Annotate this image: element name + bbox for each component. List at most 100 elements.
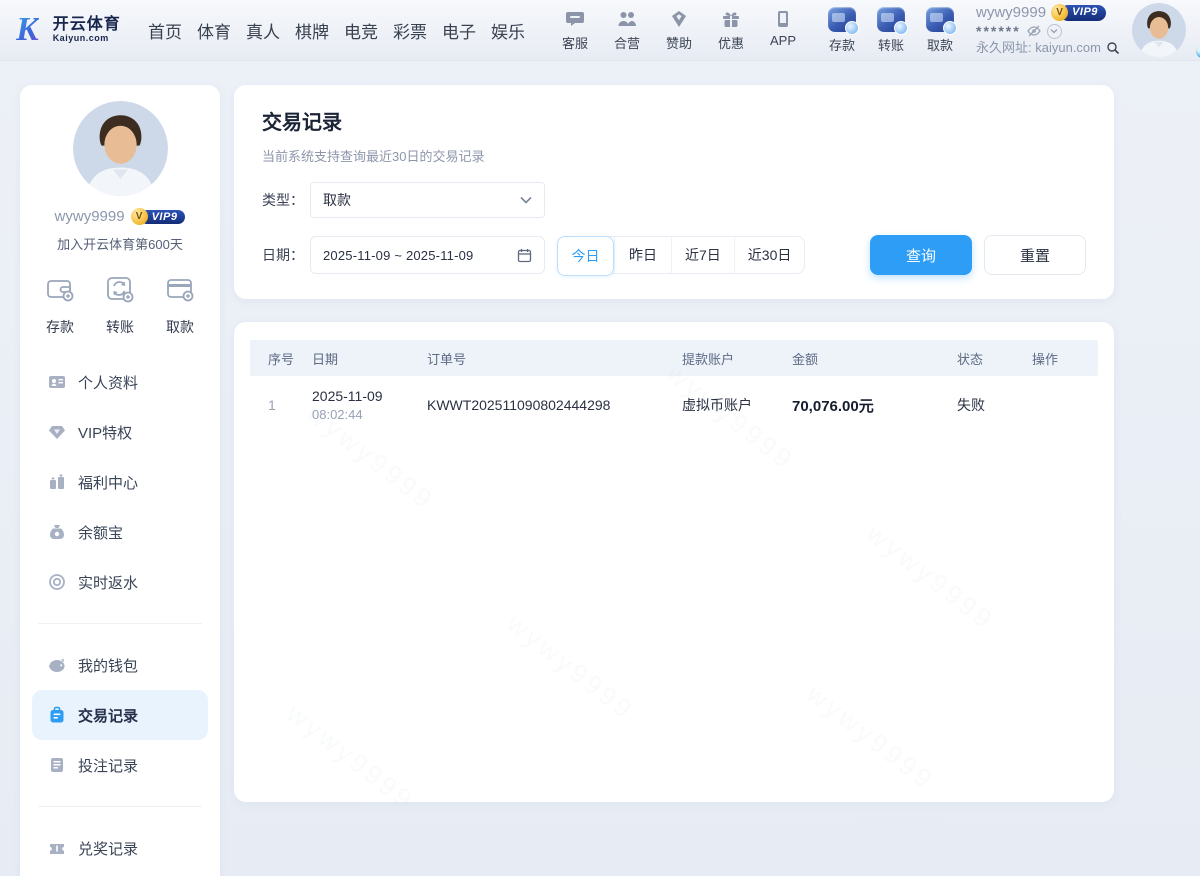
sidebar-label-bet-records: 投注记录 [78, 755, 138, 776]
sidebar-item-my-wallet[interactable]: 我的钱包 [32, 640, 208, 690]
nav-esports[interactable]: 电竞 [344, 18, 378, 43]
quick-date-30days[interactable]: 近30日 [734, 237, 805, 273]
sidebar-item-vip[interactable]: VIP特权 [32, 407, 208, 457]
menu-group-wallet: 我的钱包 交易记录 投注记录 [20, 640, 220, 790]
profile-avatar[interactable] [73, 101, 168, 196]
type-filter-row: 类型： 取款 [262, 182, 1086, 218]
sidebar-label-profile: 个人资料 [78, 372, 138, 393]
joined-days-text: 加入开云体育第600天 [20, 234, 220, 253]
withdraw-button[interactable]: 取款 [920, 7, 960, 54]
chevron-down-icon [520, 191, 532, 209]
page-subtitle: 当前系统支持查询最近30日的交易记录 [262, 146, 1086, 165]
prize-icon [48, 839, 66, 857]
quick-date-7days[interactable]: 近7日 [671, 237, 734, 273]
watermark-text: wywy9999 [801, 678, 941, 797]
search-button[interactable]: 查询 [870, 235, 972, 275]
username: wywy9999 [976, 4, 1046, 23]
filter-actions: 查询 重置 [870, 235, 1086, 275]
calendar-icon [517, 248, 532, 263]
sponsor-button[interactable]: 赞助 [658, 8, 700, 52]
nav-poker[interactable]: 棋牌 [295, 18, 329, 43]
quick-transfer-button[interactable]: 转账 [104, 273, 136, 337]
partners-icon [616, 8, 638, 30]
eye-off-icon[interactable] [1026, 23, 1042, 39]
col-header-amount: 金额 [792, 349, 957, 368]
sidebar-label-transactions: 交易记录 [78, 705, 138, 726]
sidebar-label-rebate: 实时返水 [78, 572, 138, 593]
sidebar-quick-actions: 存款 转账 取款 [20, 273, 220, 337]
sidebar-item-welfare[interactable]: 福利中心 [32, 457, 208, 507]
reset-button[interactable]: 重置 [984, 235, 1086, 275]
date-range-input[interactable]: 2025-11-09 ~ 2025-11-09 [310, 236, 545, 274]
col-header-order-no: 订单号 [427, 349, 682, 368]
sidebar-item-transactions[interactable]: 交易记录 [32, 690, 208, 740]
transfer-card-icon [877, 7, 905, 32]
phone-icon [772, 8, 794, 30]
sidebar-divider [38, 623, 202, 624]
nav-entertainment[interactable]: 娱乐 [491, 18, 525, 43]
date-range-value: 2025-11-09 ~ 2025-11-09 [323, 248, 473, 263]
quick-date-today[interactable]: 今日 [557, 236, 614, 276]
promotions-button[interactable]: 优惠 [710, 8, 752, 52]
sidebar-item-yuebao[interactable]: 余额宝 [32, 507, 208, 557]
sidebar: wywy9999 V VIP9 加入开云体育第600天 存款 转账 [20, 85, 220, 876]
partners-label: 合营 [614, 33, 640, 52]
type-selected-value: 取款 [323, 190, 351, 210]
menu-group-profile: 个人资料 VIP特权 福利中心 余额宝 实时返水 [20, 357, 220, 607]
magnifier-icon[interactable] [1106, 41, 1120, 55]
sidebar-username: wywy9999 [55, 208, 125, 225]
cell-index: 1 [268, 397, 312, 413]
quick-withdraw-button[interactable]: 取款 [164, 273, 196, 337]
nav-sports[interactable]: 体育 [197, 18, 231, 43]
rebate-icon [48, 573, 66, 591]
sponsor-icon [668, 8, 690, 30]
quick-date-group: 今日 昨日 近7日 近30日 [557, 236, 805, 274]
brand-logo[interactable]: K 开云体育 Kaiyun.com [16, 13, 134, 47]
gem-icon [48, 423, 66, 441]
watermark-text: wywy9999 [281, 698, 421, 802]
welfare-icon [48, 473, 66, 491]
quick-transfer-label: 转账 [106, 317, 134, 337]
quick-date-yesterday[interactable]: 昨日 [614, 237, 671, 273]
transfer-button[interactable]: 转账 [871, 7, 911, 54]
sponsor-label: 赞助 [666, 33, 692, 52]
sidebar-item-profile[interactable]: 个人资料 [32, 357, 208, 407]
col-header-account: 提款账户 [682, 349, 792, 368]
balance-refresh-chevron[interactable] [1047, 24, 1062, 39]
nav-home[interactable]: 首页 [148, 18, 182, 43]
permanent-url: 永久网址: kaiyun.com [976, 40, 1101, 56]
page-title: 交易记录 [262, 106, 1086, 135]
sidebar-item-bet-records[interactable]: 投注记录 [32, 740, 208, 790]
quick-deposit-label: 存款 [46, 317, 74, 337]
deposit-card-icon [828, 7, 856, 32]
sidebar-item-rebate[interactable]: 实时返水 [32, 557, 208, 607]
transaction-icon [48, 706, 66, 724]
nav-slots[interactable]: 电子 [442, 18, 476, 43]
partners-button[interactable]: 合营 [606, 8, 648, 52]
sidebar-item-prize-records[interactable]: 兑奖记录 [32, 823, 208, 873]
main-nav: 首页 体育 真人 棋牌 电竞 彩票 电子 娱乐 [148, 18, 525, 43]
user-avatar[interactable] [1132, 3, 1186, 57]
brand-domain: Kaiyun.com [53, 34, 121, 43]
customer-service-button[interactable]: 客服 [554, 8, 596, 52]
purse-icon [48, 656, 66, 674]
topbar: K 开云体育 Kaiyun.com 首页 体育 真人 棋牌 电竞 彩票 电子 娱… [0, 0, 1200, 60]
cell-date-time: 08:02:44 [312, 407, 427, 422]
chat-icon [564, 8, 586, 30]
table-header-row: 序号 日期 订单号 提款账户 金额 状态 操作 [250, 340, 1098, 376]
type-select[interactable]: 取款 [310, 182, 545, 218]
col-header-status: 状态 [957, 349, 1032, 368]
soccer-ball-icon [1196, 45, 1200, 58]
nav-lottery[interactable]: 彩票 [393, 18, 427, 43]
watermark-text: wywy9999 [501, 608, 641, 727]
vip-badge[interactable]: V VIP9 [1051, 4, 1106, 21]
moneybag-icon [48, 523, 66, 541]
app-download-button[interactable]: APP [762, 8, 804, 52]
page-body: wywy9999 V VIP9 加入开云体育第600天 存款 转账 [0, 60, 1200, 876]
quick-deposit-button[interactable]: 存款 [44, 273, 76, 337]
nav-live[interactable]: 真人 [246, 18, 280, 43]
records-table-card: wywy9999 wywy9999 wywy9999 wywy9999 wywy… [234, 322, 1114, 802]
deposit-button[interactable]: 存款 [822, 7, 862, 54]
sidebar-label-vip: VIP特权 [78, 422, 132, 443]
promotions-label: 优惠 [718, 33, 744, 52]
